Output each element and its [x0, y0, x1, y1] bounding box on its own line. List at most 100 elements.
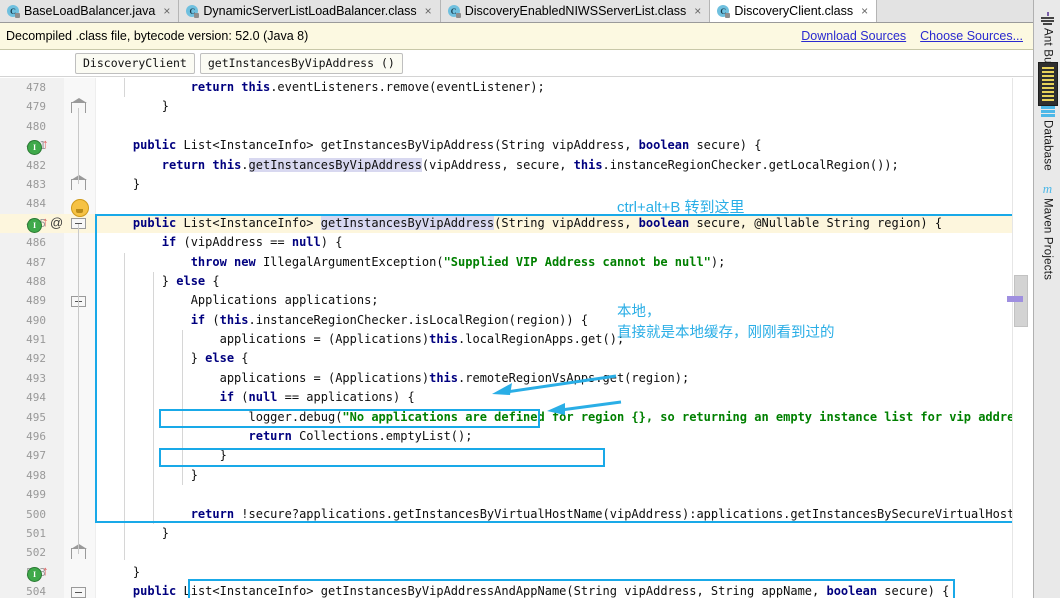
line-number: 496 [26, 430, 46, 444]
implementation-marker-icon[interactable]: I [27, 218, 42, 233]
code-line[interactable]: 484 [0, 194, 1033, 213]
indent-guide [124, 78, 125, 97]
download-sources-link[interactable]: Download Sources [801, 29, 906, 43]
override-arrow-icon[interactable]: ↑ [42, 564, 51, 578]
line-number: 483 [26, 177, 46, 191]
ant-build-preview-panel [1038, 62, 1058, 106]
line-number: 504 [26, 585, 46, 598]
annotation-arrow-upper [492, 374, 617, 395]
ant-build-icon [1041, 12, 1054, 25]
maven-icon: m [1042, 181, 1053, 196]
line-number: 492 [26, 352, 46, 366]
tool-window-label: Maven Projects [1041, 198, 1054, 281]
tool-window-label: Database [1041, 120, 1054, 171]
code-line-background [0, 194, 1033, 213]
editor-tab-label: DiscoveryEnabledNIWSServerList.class [464, 4, 687, 18]
decompiled-notice-text: Decompiled .class file, bytecode version… [6, 29, 309, 43]
close-icon[interactable]: × [861, 4, 868, 18]
right-tool-window-bar: Ant Build Database m Maven Projects [1033, 0, 1060, 598]
note-annotation-line2: 直接就是本地缓存，刚刚看到过的 [617, 325, 835, 341]
breadcrumb-item-method[interactable]: getInstancesByVipAddress () [199, 53, 403, 74]
remote-region-apps-highlight-box [159, 448, 605, 467]
annotation-at-icon[interactable]: @ [50, 216, 64, 230]
fold-marker-collapse[interactable] [71, 587, 86, 598]
fold-region-line [78, 108, 79, 184]
line-number: 500 [26, 507, 46, 521]
code-line-text: } [104, 564, 141, 579]
line-number: 495 [26, 410, 46, 424]
code-line[interactable]: 483 } [0, 175, 1033, 194]
implementation-marker-icon[interactable]: I [27, 567, 42, 582]
override-arrow-icon[interactable]: ↑ [42, 137, 51, 151]
close-icon[interactable]: × [694, 4, 701, 18]
ide-window: C BaseLoadBalancer.java × C DynamicServe… [0, 0, 1060, 598]
editor-tab-baseloadbalancer[interactable]: C BaseLoadBalancer.java × [0, 0, 180, 22]
annotation-arrow-lower [547, 400, 622, 415]
code-line-text: } [104, 99, 170, 114]
editor-tab-discoveryenablednIwsserverlist[interactable]: C DiscoveryEnabledNIWSServerList.class × [440, 0, 711, 22]
java-class-icon: C [7, 5, 20, 18]
breadcrumb-item-class[interactable]: DiscoveryClient [75, 53, 195, 74]
java-class-icon: C [186, 5, 200, 18]
tool-window-maven-projects[interactable]: m Maven Projects [1034, 182, 1060, 280]
code-line[interactable]: 501 } [0, 524, 1033, 543]
line-number: 479 [26, 100, 46, 114]
code-line[interactable]: 480 [0, 117, 1033, 136]
code-line-background [0, 117, 1033, 136]
code-line-text: public List<InstanceInfo> getInstancesBy… [132, 138, 762, 153]
choose-sources-link[interactable]: Choose Sources... [920, 29, 1023, 43]
line-number: 499 [26, 488, 46, 502]
marker-stripe-highlight[interactable] [1007, 296, 1023, 302]
line-number: 502 [26, 546, 46, 560]
editor-tab-discoveryclient[interactable]: C DiscoveryClient.class × [710, 0, 878, 22]
notice-links: Download Sources Choose Sources... [801, 29, 1023, 43]
code-line[interactable]: 478 return this.eventListeners.remove(ev… [0, 78, 1033, 97]
line-number: 478 [26, 81, 46, 94]
code-line-background [0, 175, 1033, 194]
return-statement-highlight-box [188, 579, 955, 598]
java-class-icon: C [717, 5, 731, 18]
decompiled-notice-bar: Decompiled .class file, bytecode version… [0, 23, 1033, 50]
line-number: 484 [26, 197, 46, 211]
close-icon[interactable]: × [425, 4, 432, 18]
code-line-text: } [104, 525, 170, 540]
code-line[interactable]: 481 public List<InstanceInfo> getInstanc… [0, 136, 1033, 155]
line-number: 494 [26, 391, 46, 405]
line-number: 486 [26, 236, 46, 250]
line-number: 489 [26, 294, 46, 308]
code-editor[interactable]: 478 return this.eventListeners.remove(ev… [0, 78, 1033, 598]
editor-tab-label: DynamicServerListLoadBalancer.class [203, 4, 417, 18]
close-icon[interactable]: × [163, 4, 170, 18]
tool-window-database[interactable]: Database [1034, 106, 1060, 171]
java-class-icon: C [447, 5, 461, 18]
line-number: 498 [26, 468, 46, 482]
tab-bar-filler [877, 0, 1033, 22]
local-region-apps-highlight-box [159, 409, 540, 428]
intention-bulb-icon[interactable] [71, 199, 89, 217]
implementation-marker-icon[interactable]: I [27, 140, 42, 155]
editor-tab-dynamicserverlistloadbalancer[interactable]: C DynamicServerListLoadBalancer.class × [179, 0, 441, 22]
line-number: 482 [26, 158, 46, 172]
code-line[interactable]: 502 [0, 543, 1033, 562]
line-number: 490 [26, 313, 46, 327]
editor-marker-stripe[interactable] [1012, 78, 1034, 598]
line-number: 487 [26, 255, 46, 269]
note-annotation-line1: 本地， [617, 304, 661, 320]
fold-region-line [78, 224, 79, 554]
code-line-text: } [104, 176, 141, 191]
line-number: 493 [26, 371, 46, 385]
line-number: 501 [26, 526, 46, 540]
line-number: 491 [26, 333, 46, 347]
code-line[interactable]: 482 return this.getInstancesByVipAddress… [0, 156, 1033, 175]
breadcrumb: DiscoveryClient getInstancesByVipAddress… [0, 51, 1033, 77]
line-number: 488 [26, 274, 46, 288]
database-icon [1040, 106, 1055, 117]
shortcut-hint-annotation: ctrl+alt+B 转到这里 [617, 199, 745, 216]
code-line-text: return this.eventListeners.remove(eventL… [190, 80, 545, 94]
editor-tab-bar: C BaseLoadBalancer.java × C DynamicServe… [0, 0, 1033, 23]
code-line-text: return this.getInstancesByVipAddress(vip… [161, 157, 899, 172]
code-line[interactable]: 479 } [0, 97, 1033, 116]
line-number: 497 [26, 449, 46, 463]
code-line-background [0, 543, 1033, 562]
method-highlight-box [95, 214, 1014, 523]
